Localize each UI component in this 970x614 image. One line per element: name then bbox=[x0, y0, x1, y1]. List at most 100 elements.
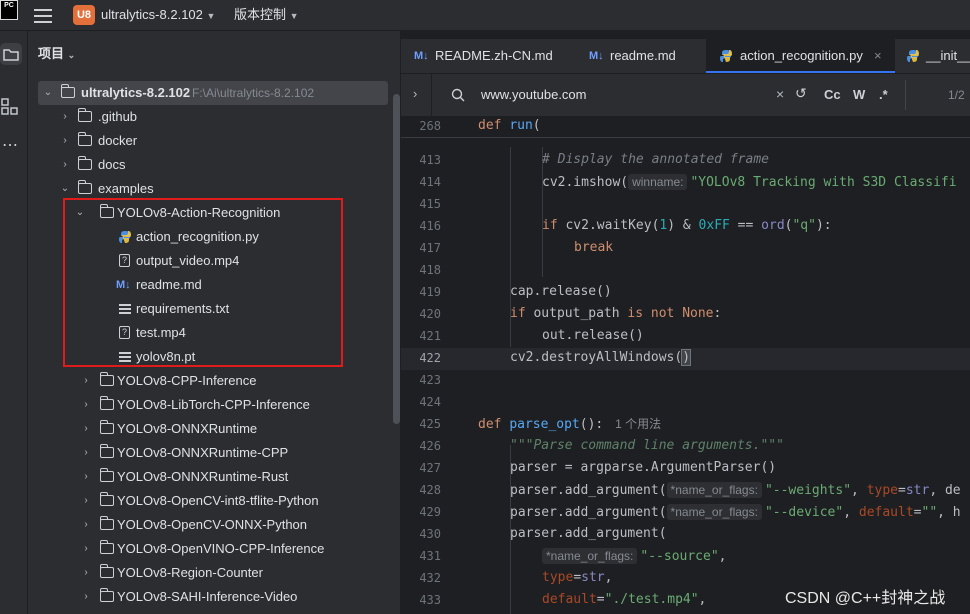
structure-tool-button[interactable] bbox=[0, 95, 22, 117]
tree-item-label: YOLOv8-OpenCV-int8-tflite-Python bbox=[117, 493, 319, 508]
tab-init[interactable]: __init__.p bbox=[901, 39, 970, 73]
tree-item-label: YOLOv8-OpenCV-ONNX-Python bbox=[117, 517, 308, 532]
tree-item-label: YOLOv8-LibTorch-CPP-Inference bbox=[117, 397, 310, 412]
code-token: 0xFF bbox=[698, 218, 730, 233]
folder-icon bbox=[77, 108, 92, 122]
code-token: cv2.imshow( bbox=[542, 175, 629, 190]
code-line: break bbox=[574, 240, 614, 255]
more-tools-icon[interactable]: ⋯ bbox=[2, 135, 18, 155]
code-token: "--source" bbox=[640, 549, 719, 564]
chevron-right-icon[interactable]: › bbox=[80, 441, 92, 465]
tab-action-recognition[interactable]: action_recognition.py × bbox=[706, 39, 895, 73]
code-token: = bbox=[596, 592, 605, 607]
code-token: ) & bbox=[667, 218, 699, 233]
tree-item-label: YOLOv8-ONNXRuntime-Rust bbox=[117, 469, 289, 484]
chevron-right-icon[interactable]: › bbox=[80, 585, 92, 609]
folder-icon bbox=[99, 492, 114, 506]
line-number: 268 bbox=[419, 119, 441, 133]
panel-header[interactable]: 项目 ⌄ bbox=[38, 43, 75, 62]
project-name: ultralytics-8.2.102 bbox=[101, 7, 203, 22]
code-token: if bbox=[542, 218, 566, 233]
line-number: 425 bbox=[419, 417, 441, 431]
project-scrollbar[interactable] bbox=[393, 94, 400, 424]
code-line: parser = argparse.ArgumentParser() bbox=[510, 460, 777, 475]
code-token: "q" bbox=[792, 218, 816, 233]
editor-tab-bar: M↓ README.zh-CN.md M↓ readme.md action_r… bbox=[401, 39, 970, 74]
chevron-right-icon[interactable]: › bbox=[59, 153, 71, 177]
line-number: 419 bbox=[419, 285, 441, 299]
project-switcher[interactable]: ultralytics-8.2.102 ▼ bbox=[101, 0, 215, 31]
folder-icon bbox=[99, 444, 114, 458]
history-icon[interactable]: ↺ bbox=[795, 85, 807, 102]
code-token: , bbox=[604, 570, 613, 585]
chevron-down-icon[interactable]: ⌄ bbox=[42, 81, 54, 105]
folder-icon bbox=[99, 396, 114, 410]
code-token: type bbox=[542, 570, 574, 585]
code-line: if cv2.waitKey(1) & 0xFF == ord("q"): bbox=[542, 218, 832, 233]
tree-item-label: YOLOv8-SAHI-Inference-Video bbox=[117, 589, 298, 604]
python-file-icon bbox=[907, 50, 919, 62]
code-line: def parse_opt(): 1 个用法 bbox=[478, 416, 668, 432]
line-number: 420 bbox=[419, 307, 441, 321]
code-token: "" bbox=[921, 505, 938, 520]
clear-search-icon[interactable]: × bbox=[776, 86, 784, 102]
python-file-icon bbox=[720, 50, 732, 62]
match-case-toggle[interactable]: Cc bbox=[824, 87, 841, 102]
code-token: == bbox=[729, 218, 762, 233]
folder-icon bbox=[99, 468, 114, 482]
code-token: default bbox=[858, 505, 914, 520]
close-icon[interactable]: × bbox=[874, 39, 882, 73]
chevron-right-icon[interactable]: › bbox=[59, 105, 71, 129]
folder-icon bbox=[99, 372, 114, 386]
whole-words-toggle[interactable]: W bbox=[853, 87, 865, 102]
vcs-menu[interactable]: 版本控制 ▼ bbox=[234, 0, 299, 31]
project-tool-button[interactable] bbox=[0, 43, 22, 65]
root-name: ultralytics-8.2.102 bbox=[81, 85, 191, 100]
code-line: cv2.imshow(winname: "YOLOv8 Tracking with… bbox=[542, 174, 957, 190]
search-icon[interactable] bbox=[451, 88, 467, 102]
chevron-right-icon[interactable]: › bbox=[59, 129, 71, 153]
code-token: ord bbox=[761, 218, 785, 233]
structure-icon bbox=[1, 98, 18, 115]
chevron-right-icon[interactable]: › bbox=[80, 489, 92, 513]
code-line: *name_or_flags: "--source", bbox=[542, 548, 727, 564]
line-number: 427 bbox=[419, 461, 441, 475]
line-number: 430 bbox=[419, 527, 441, 541]
line-number: 413 bbox=[419, 153, 441, 167]
folder-icon bbox=[99, 420, 114, 434]
code-token: cv2.waitKey( bbox=[565, 218, 660, 233]
line-number: 426 bbox=[419, 439, 441, 453]
folder-icon bbox=[77, 180, 92, 194]
main-menu-icon[interactable] bbox=[34, 7, 52, 23]
regex-toggle[interactable]: .* bbox=[879, 87, 888, 102]
code-line: out.release() bbox=[542, 328, 644, 343]
code-token: type bbox=[866, 483, 898, 498]
code-line: type=str, bbox=[542, 570, 612, 585]
param-hint: *name_or_flags: bbox=[542, 548, 638, 564]
chevron-right-icon[interactable]: › bbox=[80, 561, 92, 585]
usages-hint[interactable]: 1 个用法 bbox=[611, 416, 665, 432]
search-input[interactable]: www.youtube.com bbox=[481, 87, 587, 102]
code-token: "--device" bbox=[764, 505, 844, 520]
line-number: 417 bbox=[419, 241, 441, 255]
code-token: is not None bbox=[627, 306, 714, 321]
chevron-right-icon[interactable]: › bbox=[80, 417, 92, 441]
chevron-right-icon[interactable]: › bbox=[80, 513, 92, 537]
tab-readme[interactable]: M↓ readme.md bbox=[577, 39, 697, 73]
tab-label: README.zh-CN.md bbox=[435, 48, 553, 63]
highlight-annotation-box bbox=[63, 198, 343, 367]
chevron-right-icon[interactable]: › bbox=[80, 369, 92, 393]
chevron-right-icon[interactable]: › bbox=[80, 393, 92, 417]
line-number: 433 bbox=[419, 593, 441, 607]
code-editor[interactable]: 268 413 414 415 416 417 418 419 420 421 … bbox=[401, 117, 970, 614]
expand-replace-icon[interactable]: › bbox=[413, 86, 417, 101]
app-logo[interactable]: PC bbox=[0, 0, 18, 20]
chevron-right-icon[interactable]: › bbox=[80, 465, 92, 489]
chevron-down-icon: ▼ bbox=[206, 11, 216, 21]
tab-readme-zh[interactable]: M↓ README.zh-CN.md bbox=[401, 39, 571, 73]
code-token: , bbox=[851, 483, 867, 498]
tree-item-label: YOLOv8-ONNXRuntime bbox=[117, 421, 258, 436]
code-token: = bbox=[913, 505, 922, 520]
chevron-right-icon[interactable]: › bbox=[80, 537, 92, 561]
project-badge[interactable]: U8 bbox=[73, 5, 95, 25]
